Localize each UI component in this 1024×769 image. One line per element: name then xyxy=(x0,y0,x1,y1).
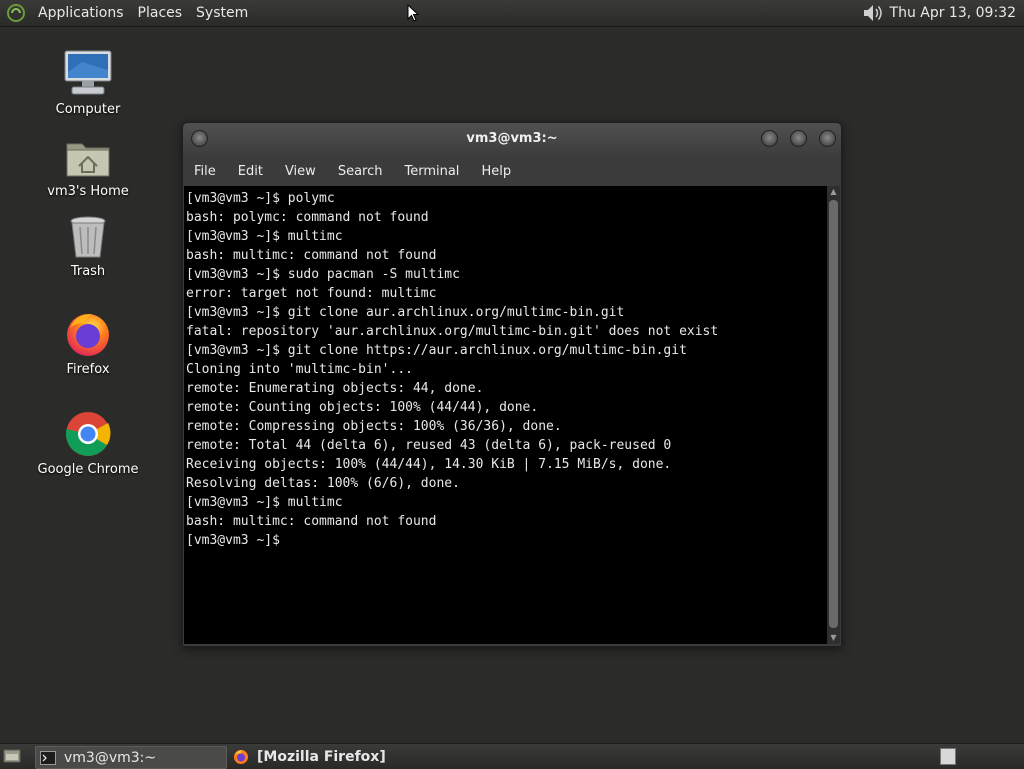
terminal-line: bash: multimc: command not found xyxy=(186,248,437,263)
terminal-scrollbar[interactable]: ▲ ▼ xyxy=(827,186,840,644)
terminal-window[interactable]: vm3@vm3:~ File Edit View Search Terminal… xyxy=(182,122,842,647)
desktop-icon-trash[interactable]: Trash xyxy=(28,206,148,279)
terminal-icon xyxy=(40,750,56,766)
terminal-line: bash: polymc: command not found xyxy=(186,210,429,225)
terminal-prompt-line[interactable]: [vm3@vm3 ~]$ xyxy=(186,531,718,550)
bottom-panel: vm3@vm3:~ [Mozilla Firefox] xyxy=(0,743,1024,769)
desktop-icon-label: vm3's Home xyxy=(47,184,129,199)
terminal-line: remote: Total 44 (delta 6), reused 43 (d… xyxy=(186,438,672,453)
menu-help[interactable]: Help xyxy=(470,157,522,186)
clock[interactable]: Thu Apr 13, 09:32 xyxy=(884,5,1024,21)
menu-edit[interactable]: Edit xyxy=(227,157,274,186)
menu-view[interactable]: View xyxy=(274,157,327,186)
firefox-icon xyxy=(28,304,148,358)
text-cursor xyxy=(287,532,296,546)
desktop-icon-chrome[interactable]: Google Chrome xyxy=(28,404,148,477)
maximize-button[interactable] xyxy=(790,130,807,147)
terminal-line: fatal: repository 'aur.archlinux.org/mul… xyxy=(186,324,719,339)
desktop-icon-label: Firefox xyxy=(66,362,110,377)
terminal-output[interactable]: [vm3@vm3 ~]$ polymc bash: polymc: comman… xyxy=(184,186,827,644)
chrome-icon xyxy=(28,404,148,458)
desktop-icon-firefox[interactable]: Firefox xyxy=(28,304,148,377)
scrollbar-thumb[interactable] xyxy=(829,200,838,628)
terminal-line: [vm3@vm3 ~]$ git clone aur.archlinux.org… xyxy=(186,305,625,320)
terminal-line: [vm3@vm3 ~]$ multimc xyxy=(186,229,343,244)
menu-search[interactable]: Search xyxy=(327,157,394,186)
terminal-line: Receiving objects: 100% (44/44), 14.30 K… xyxy=(186,457,672,472)
terminal-line: Resolving deltas: 100% (6/6), done. xyxy=(186,476,460,491)
menu-terminal[interactable]: Terminal xyxy=(393,157,470,186)
volume-icon[interactable] xyxy=(862,3,884,23)
terminal-line: [vm3@vm3 ~]$ git clone https://aur.archl… xyxy=(186,343,687,358)
desktop-icon-label: Computer xyxy=(55,102,121,117)
taskbar-item-firefox[interactable]: [Mozilla Firefox] xyxy=(229,746,429,767)
desktop-icon-label: Trash xyxy=(70,264,106,279)
applications-menu[interactable]: Applications xyxy=(31,0,131,26)
desktop-icon-home[interactable]: vm3's Home xyxy=(28,126,148,199)
terminal-line: remote: Enumerating objects: 44, done. xyxy=(186,381,484,396)
terminal-prompt: [vm3@vm3 ~]$ xyxy=(186,533,288,548)
terminal-line: [vm3@vm3 ~]$ sudo pacman -S multimc xyxy=(186,267,460,282)
taskbar-item-terminal[interactable]: vm3@vm3:~ xyxy=(35,746,227,769)
terminal-line: [vm3@vm3 ~]$ polymc xyxy=(186,191,335,206)
workspace-switcher[interactable] xyxy=(940,748,956,765)
firefox-icon xyxy=(233,749,249,765)
home-folder-icon xyxy=(28,126,148,180)
terminal-line: remote: Compressing objects: 100% (36/36… xyxy=(186,419,562,434)
desktop-icon-computer[interactable]: Computer xyxy=(28,44,148,117)
places-menu[interactable]: Places xyxy=(131,0,190,26)
window-titlebar[interactable]: vm3@vm3:~ xyxy=(183,123,841,157)
mouse-pointer-icon xyxy=(407,3,420,26)
terminal-line: bash: multimc: command not found xyxy=(186,514,437,529)
computer-icon xyxy=(28,44,148,98)
menu-file[interactable]: File xyxy=(183,157,227,186)
terminal-line: error: target not found: multimc xyxy=(186,286,437,301)
scroll-down-arrow-icon[interactable]: ▼ xyxy=(827,632,840,644)
scroll-up-arrow-icon[interactable]: ▲ xyxy=(827,186,840,198)
terminal-line: [vm3@vm3 ~]$ multimc xyxy=(186,495,343,510)
terminal-menubar: File Edit View Search Terminal Help xyxy=(183,157,841,186)
close-button[interactable] xyxy=(819,130,836,147)
system-menu[interactable]: System xyxy=(189,0,255,26)
distro-logo-icon[interactable] xyxy=(7,4,25,22)
desktop-icon-label: Google Chrome xyxy=(37,462,139,477)
show-desktop-icon[interactable] xyxy=(3,748,21,764)
top-panel: Applications Places System Thu Apr 13, 0… xyxy=(0,0,1024,27)
terminal-line: remote: Counting objects: 100% (44/44), … xyxy=(186,400,539,415)
trash-icon xyxy=(28,206,148,260)
taskbar-item-label: [Mozilla Firefox] xyxy=(257,748,386,765)
taskbar-item-label: vm3@vm3:~ xyxy=(64,749,157,766)
minimize-button[interactable] xyxy=(761,130,778,147)
terminal-line: Cloning into 'multimc-bin'... xyxy=(186,362,413,377)
window-title: vm3@vm3:~ xyxy=(466,131,558,146)
